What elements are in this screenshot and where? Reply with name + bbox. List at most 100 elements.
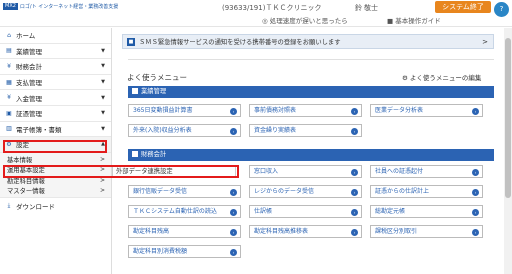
app-logo[interactable]: MX2 ロゴ/ト インターネット経営・業務改善支援 [3, 2, 118, 10]
menu-button-label: 勘定科目別消費税額 [133, 248, 188, 255]
arrow-circle-icon: › [351, 168, 358, 176]
main-content: ■ ＳＭＳ緊急情報サービスの通知を受ける携帯番号の登録をお願いします > よく使… [112, 28, 512, 274]
sidebar-item-payments[interactable]: ▦ 支払管理 ▼ [0, 75, 111, 91]
menu-button-label: レジからのデータ受信 [254, 188, 315, 195]
chevron-down-icon: ▼ [101, 79, 105, 86]
basic-guide-link[interactable]: ■ 基本操作ガイド [387, 15, 441, 25]
app-header: MX2 ロゴ/ト インターネット経営・業務改善支援 (93633/191)ＴＫＣ… [0, 0, 512, 27]
arrow-circle-icon: › [351, 228, 358, 236]
sidebar-item-label: 支払管理 [16, 79, 42, 88]
doc-icon: ▦ [6, 78, 12, 86]
sidebar-item-e-books[interactable]: ▥ 電子帳簿・書類 ▼ [0, 122, 111, 138]
chevron-down-icon: ▼ [101, 94, 105, 101]
menu-button[interactable]: 事前債務対照表 › [249, 104, 362, 117]
menu-button[interactable]: 医業データ分析表 › [370, 104, 483, 117]
sidebar-item-performance[interactable]: ▤ 業績管理 ▼ [0, 44, 111, 60]
section-title: 業績管理 [141, 88, 167, 95]
menu-button[interactable]: 勘定科目残高 › [128, 225, 241, 238]
scrollbar[interactable] [504, 28, 512, 274]
chevron-right-icon: > [99, 187, 105, 194]
menu-button-label: ＴＫＣシステム自動仕訳の読込 [133, 208, 217, 215]
menu-button[interactable]: 365日変動損益計算書 › [128, 104, 241, 117]
submenu-label: マスター情報 [7, 188, 45, 195]
home-icon: ⌂ [7, 31, 11, 39]
section-accounting-header: 財務会計 [128, 149, 494, 161]
chevron-right-icon: > [99, 155, 105, 163]
favorite-menu-title: よく使うメニュー [127, 73, 187, 82]
scrollbar-thumb[interactable] [505, 38, 511, 198]
arrow-circle-icon: › [472, 228, 479, 236]
bell-icon: ■ [127, 37, 135, 46]
menu-button[interactable]: 課税区分別取引 › [370, 225, 483, 238]
chevron-down-icon: ▼ [101, 125, 105, 132]
submenu-master-info[interactable]: マスター情報 > [0, 185, 111, 196]
arrow-circle-icon: › [472, 168, 479, 176]
square-icon [132, 151, 138, 157]
sidebar-item-label: ダウンロード [16, 202, 55, 211]
menu-button[interactable]: 証憑からの仕訳計上 › [370, 185, 483, 198]
download-icon: ⤓ [7, 201, 11, 209]
menu-button-label: 総勘定元帳 [375, 208, 406, 215]
coin-icon: ¥ [7, 94, 11, 102]
chevron-down-icon: ▼ [101, 47, 105, 54]
menu-button[interactable]: 仕訳帳 › [249, 205, 362, 218]
arrow-circle-icon: › [351, 188, 358, 196]
highlight-box-settings [3, 140, 107, 153]
slow-processing-link[interactable]: ◎ 処理速度が遅いと思ったら [262, 15, 348, 25]
sidebar-item-receipts[interactable]: ¥ 入金管理 ▼ [0, 90, 111, 106]
arrow-circle-icon: › [472, 188, 479, 196]
menu-button-label: 勘定科目残高 [133, 228, 170, 235]
menu-button-label: 医業データ分析表 [375, 107, 424, 114]
system-end-button[interactable]: システム終了 [435, 1, 491, 13]
logo-badge: MX2 [3, 2, 18, 10]
user-surname: 鈴 [355, 4, 362, 12]
menu-button[interactable]: 銀行信販データ受信 › [128, 185, 241, 198]
menu-button[interactable]: 窓口収入 › [249, 165, 362, 178]
menu-button[interactable]: 勘定科目別消費税額 › [128, 245, 241, 258]
edit-favorites-link[interactable]: ⚙ よく使うメニューの編集 [402, 72, 481, 82]
arrow-circle-icon: › [472, 107, 479, 115]
menu-button[interactable]: 資金繰り実績表 › [249, 124, 362, 137]
chevron-down-icon: ▼ [101, 110, 105, 117]
menu-button[interactable]: 総勘定元帳 › [370, 205, 483, 218]
sidebar-item-label: 入金管理 [16, 94, 42, 103]
book-icon: ▥ [6, 125, 12, 133]
sidebar-item-download[interactable]: ⤓ ダウンロード [0, 198, 111, 214]
sidebar-item-label: 財務会計 [16, 63, 42, 72]
arrow-circle-icon: › [230, 208, 237, 216]
menu-button-label: 365日変動損益計算書 [133, 107, 193, 114]
menu-button-label: 仕訳帳 [254, 208, 273, 215]
sidebar-item-home[interactable]: ⌂ ホーム [0, 28, 111, 44]
menu-button-label: 外来(入院)収益分析表 [133, 127, 192, 134]
arrow-circle-icon: › [230, 228, 237, 236]
arrow-circle-icon: › [351, 107, 358, 115]
sms-notice-banner[interactable]: ■ ＳＭＳ緊急情報サービスの通知を受ける携帯番号の登録をお願いします > [122, 34, 494, 49]
yen-icon: ¥ [7, 62, 11, 70]
menu-button-label: 銀行信販データ受信 [133, 188, 188, 195]
menu-button[interactable]: 社員への証憑起付 › [370, 165, 483, 178]
menu-button[interactable]: ＴＫＣシステム自動仕訳の読込 › [128, 205, 241, 218]
sidebar-item-vouchers[interactable]: ▣ 証憑管理 ▼ [0, 106, 111, 122]
help-icon[interactable]: ? [494, 2, 509, 17]
sidebar-item-label: 業績管理 [16, 47, 42, 56]
arrow-circle-icon: › [351, 127, 358, 135]
submenu-label: 基本情報 [7, 156, 33, 164]
square-icon [132, 88, 138, 94]
arrow-circle-icon: › [230, 107, 237, 115]
section-title: 財務会計 [141, 151, 167, 158]
sidebar-item-label: ホーム [16, 32, 36, 41]
clinic-info: (93633/191)ＴＫＣクリニック [222, 4, 322, 12]
menu-button[interactable]: 外来(入院)収益分析表 › [128, 124, 241, 137]
notice-text: ＳＭＳ緊急情報サービスの通知を受ける携帯番号の登録をお願いします [139, 39, 341, 46]
sidebar-item-accounting[interactable]: ¥ 財務会計 ▼ [0, 59, 111, 75]
menu-button-label: 窓口収入 [254, 168, 279, 175]
menu-button[interactable]: 勘定科目残高推移表 › [249, 225, 362, 238]
arrow-circle-icon: › [351, 208, 358, 216]
menu-button-label: 資金繰り実績表 [254, 127, 297, 134]
arrow-circle-icon: › [230, 127, 237, 135]
chart-icon: ▤ [6, 47, 12, 55]
user-name: 鈴 敬士 [355, 3, 378, 13]
submenu-basic-info[interactable]: 基本情報 > [0, 154, 111, 165]
menu-button-label: 課税区分別取引 [375, 228, 418, 235]
menu-button[interactable]: レジからのデータ受信 › [249, 185, 362, 198]
